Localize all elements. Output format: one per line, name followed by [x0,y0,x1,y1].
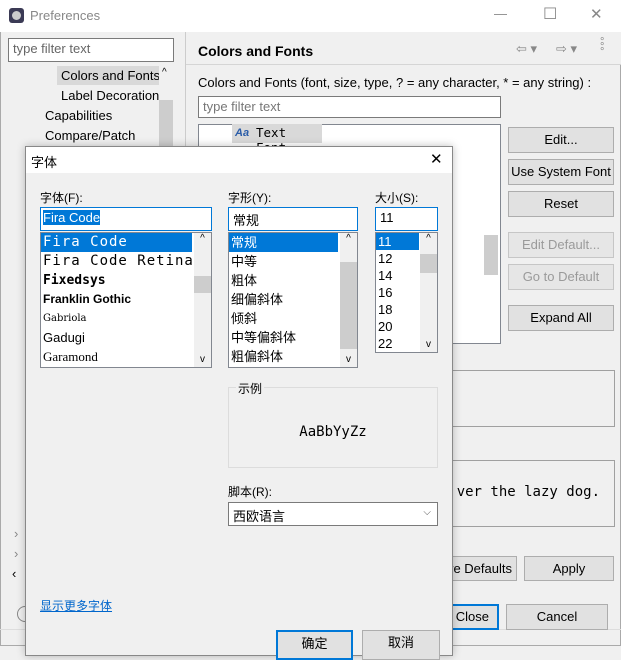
font-option[interactable]: Fira Code [41,233,192,252]
font-size-input[interactable]: 11 [375,207,438,231]
font-list[interactable]: Fira Code Fira Code Retina Fixedsys Fran… [40,232,212,368]
script-label: 脚本(R): [228,485,272,499]
use-system-font-button[interactable]: Use System Font [508,159,614,185]
description-box [440,370,615,427]
script-value: 西欧语言 [233,509,286,524]
style-option[interactable]: 常规 [229,233,338,252]
reset-button[interactable]: Reset [508,191,614,217]
sidebar-filter-input[interactable]: type filter text [8,38,174,62]
window-title: Preferences [30,8,101,23]
font-name-input[interactable]: Fira Code [40,207,212,231]
style-option[interactable]: 中等偏斜体 [229,328,357,347]
sidebar-item-capabilities[interactable]: Capabilities [45,108,112,123]
sample-group: 示例 AaBbYyZz [228,380,438,468]
size-option[interactable]: 11 [376,233,419,250]
style-option[interactable]: 倾斜 [229,309,357,328]
font-option[interactable]: Gadugi [41,328,211,347]
edit-default-button[interactable]: Edit Default... [508,232,614,258]
font-icon: Aa [235,127,250,139]
style-list[interactable]: 常规 中等 粗体 细偏斜体 倾斜 中等偏斜体 粗偏斜体 ^ v [228,232,358,368]
scroll-left-icon[interactable]: ‹ [12,566,16,581]
font-option[interactable]: Franklin Gothic [41,290,211,309]
expand-all-button[interactable]: Expand All [508,305,614,331]
preview-box: ver the lazy dog. [440,460,615,527]
expand-chevron-icon[interactable]: › [14,546,18,561]
sidebar-scrollbar[interactable] [159,66,173,146]
tree-item-text-font[interactable]: Aa Text Font [232,124,322,155]
font-label: 字体(F): [40,191,83,205]
sample-text: AaBbYyZz [299,424,367,440]
font-name-value: Fira Code [43,210,101,225]
style-list-scrollbar[interactable]: ^ v [340,233,357,367]
ok-button[interactable]: 确定 [276,630,353,660]
dialog-title-bar: 字体 ✕ [26,147,452,173]
font-option[interactable]: Fira Code Retina [41,252,211,271]
sidebar-item-compare-patch[interactable]: Compare/Patch [45,128,135,143]
font-dialog: 字体 ✕ 字体(F): Fira Code Fira Code Fira Cod… [25,146,453,660]
sidebar-item-label-decorations[interactable]: Label Decorations [61,88,159,103]
page-title: Colors and Fonts [198,43,314,59]
style-option[interactable]: 粗体 [229,271,357,290]
size-label: 大小(S): [375,191,419,205]
edit-button[interactable]: Edit... [508,127,614,153]
size-list-scrollbar[interactable]: ^ v [420,233,437,352]
dialog-cancel-button[interactable]: 取消 [362,630,440,660]
font-option[interactable]: Fixedsys [41,271,211,290]
font-style-input[interactable]: 常规 [228,207,358,231]
font-option[interactable]: Garamond [41,347,211,366]
style-label: 字形(Y): [228,191,272,205]
preview-text: ver the lazy dog. [456,484,600,500]
expand-chevron-icon[interactable]: › [14,526,18,541]
more-menu-icon[interactable]: ° ° ° [600,37,605,58]
sample-label: 示例 [236,380,265,397]
style-option[interactable]: 粗偏斜体 [229,347,357,366]
maximize-button[interactable]: ☐ [543,4,557,24]
colors-filter-input[interactable]: type filter text [198,96,501,118]
font-option[interactable]: Gabriola [41,309,211,328]
scroll-up-icon[interactable]: ^ [162,67,167,78]
chevron-down-icon: ⌵ [423,507,431,518]
font-list-scrollbar[interactable]: ^ v [194,233,211,367]
style-option[interactable]: 细偏斜体 [229,290,357,309]
style-option[interactable]: 中等 [229,252,357,271]
eclipse-app-icon [9,8,24,23]
go-to-default-button[interactable]: Go to Default [508,264,614,290]
dialog-title: 字体 [31,155,58,170]
script-select[interactable]: 西欧语言 ⌵ [228,502,438,526]
close-window-button[interactable]: ✕ [590,5,603,23]
forward-icon[interactable]: ⇨ ▾ [556,41,577,57]
minimize-button[interactable]: — [494,6,507,21]
sidebar-item-colors-and-fonts[interactable]: Colors and Fonts [61,68,159,83]
tree-scrollbar-thumb[interactable] [484,235,498,275]
dialog-close-icon[interactable]: ✕ [430,150,443,168]
apply-button[interactable]: Apply [524,556,614,581]
cancel-button[interactable]: Cancel [506,604,608,630]
back-icon[interactable]: ⇦ ▾ [516,41,537,57]
title-bar: Preferences — ☐ ✕ [0,0,621,32]
size-list[interactable]: 11 12 14 16 18 20 22 ^ v [375,232,438,353]
show-more-fonts-link[interactable]: 显示更多字体 [40,597,112,614]
description-label: Colors and Fonts (font, size, type, ? = … [198,75,592,90]
